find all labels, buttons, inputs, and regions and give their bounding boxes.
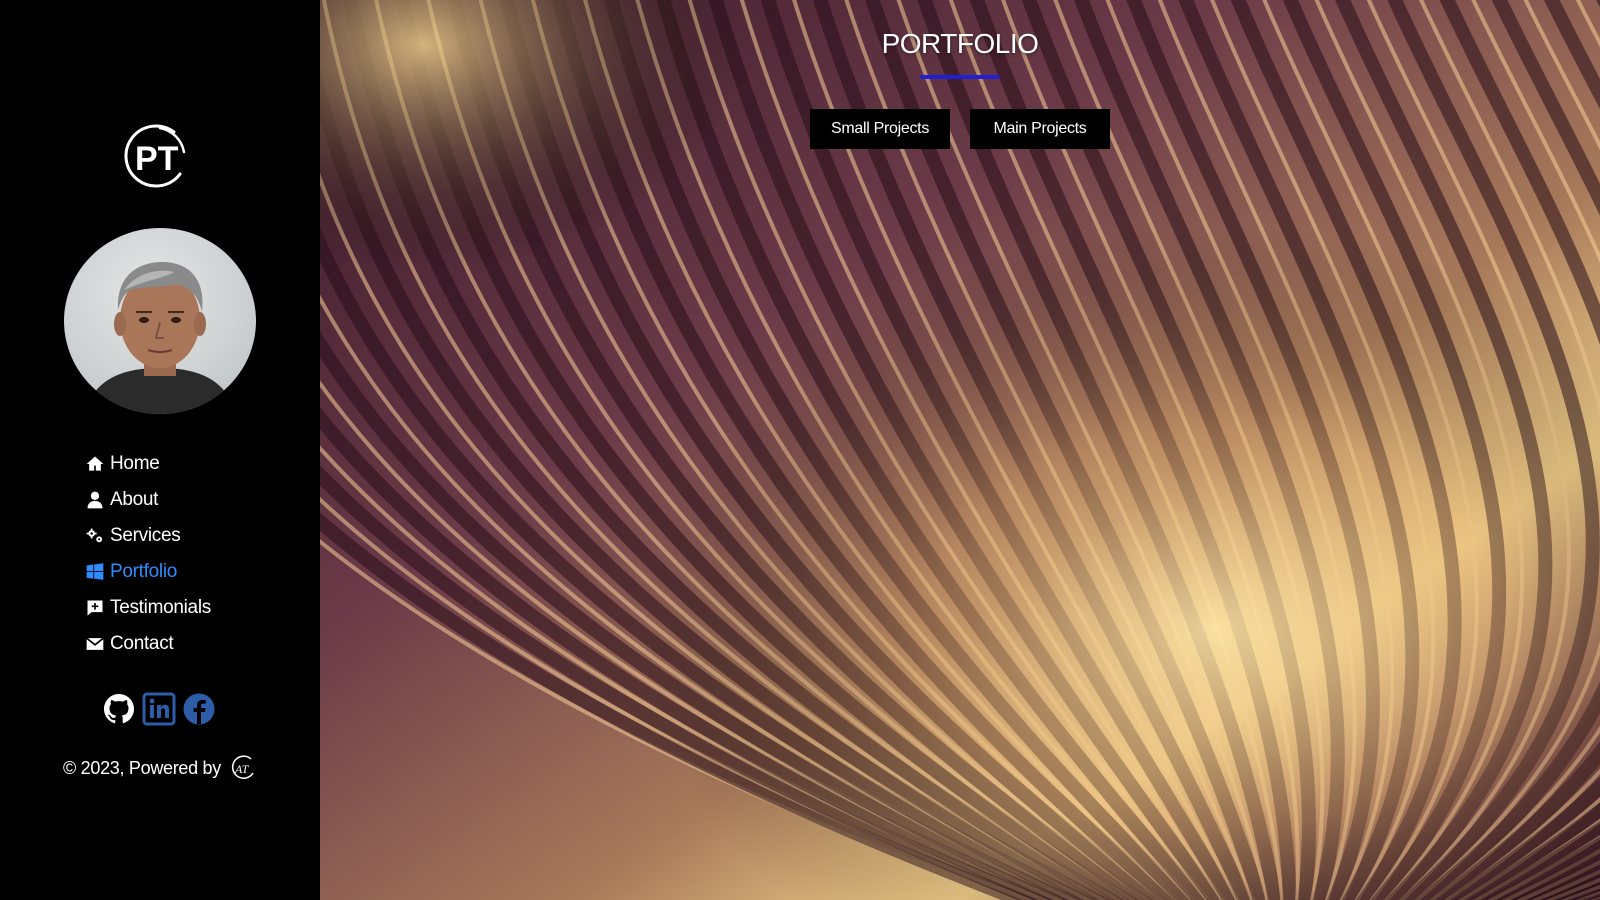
nav-item-testimonials[interactable]: Testimonials xyxy=(84,590,211,626)
avatar xyxy=(64,228,256,414)
github-link[interactable] xyxy=(102,692,136,726)
user-icon xyxy=(84,489,106,511)
copyright-text: © 2023, Powered by xyxy=(63,757,221,778)
filter-small-projects-button[interactable]: Small Projects xyxy=(810,109,950,149)
author-logo-text: AT xyxy=(234,762,250,776)
title-underline xyxy=(920,75,1000,79)
facebook-icon xyxy=(183,693,215,725)
gears-icon xyxy=(84,525,106,547)
logo-text: PT xyxy=(135,140,179,178)
background-image xyxy=(320,0,1600,900)
nav-item-about[interactable]: About xyxy=(84,482,211,518)
linkedin-icon xyxy=(142,692,176,726)
nav-item-portfolio[interactable]: Portfolio xyxy=(84,554,211,590)
linkedin-link[interactable] xyxy=(142,692,176,726)
nav-item-services[interactable]: Services xyxy=(84,518,211,554)
comment-plus-icon xyxy=(84,597,106,619)
nav-label-contact: Contact xyxy=(110,633,174,654)
filter-main-projects-button[interactable]: Main Projects xyxy=(970,109,1110,149)
site-logo[interactable]: PT xyxy=(122,122,192,192)
nav-item-home[interactable]: Home xyxy=(84,446,211,482)
main-nav: Home About Services Portfolio Testimonia… xyxy=(84,446,211,662)
github-icon xyxy=(104,694,134,724)
page: PT Home About Services Portfolio Testimo… xyxy=(0,0,1600,900)
portfolio-section: PORTFOLIO Small Projects Main Projects xyxy=(320,0,1600,900)
nav-label-services: Services xyxy=(110,525,181,546)
windows-icon xyxy=(84,561,106,583)
envelope-icon xyxy=(84,633,106,655)
logo-mark: PT xyxy=(124,124,186,188)
nav-label-home: Home xyxy=(110,453,160,474)
nav-label-portfolio: Portfolio xyxy=(110,561,178,582)
facebook-link[interactable] xyxy=(182,692,216,726)
social-links xyxy=(102,692,216,726)
sidebar: PT Home About Services Portfolio Testimo… xyxy=(0,0,320,900)
section-title: PORTFOLIO xyxy=(881,28,1039,59)
nav-label-about: About xyxy=(110,489,159,510)
profile-photo xyxy=(84,262,236,414)
home-icon xyxy=(84,453,106,475)
footer: © 2023, Powered by AT xyxy=(63,755,257,781)
nav-item-contact[interactable]: Contact xyxy=(84,626,211,662)
author-logo[interactable]: AT xyxy=(229,755,257,781)
nav-label-testimonials: Testimonials xyxy=(110,597,211,618)
